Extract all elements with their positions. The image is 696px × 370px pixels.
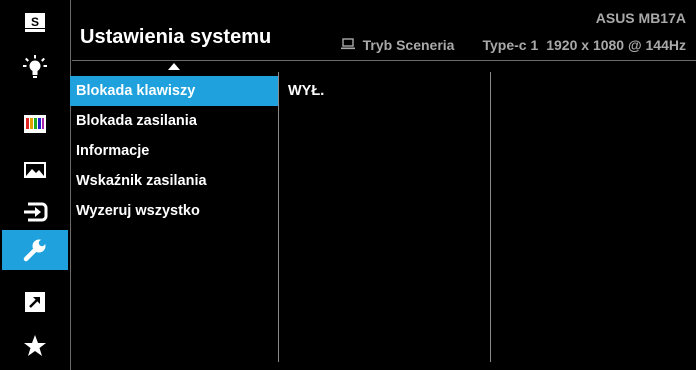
menu-item-power-lock[interactable]: Blokada zasilania: [70, 106, 278, 136]
submenu-value[interactable]: WYŁ.: [288, 76, 324, 106]
sidebar-item-system-setup[interactable]: [2, 230, 68, 270]
sidebar-item-blue-light[interactable]: [2, 48, 68, 88]
sidebar-item-my-favorite[interactable]: [2, 326, 68, 366]
color-bars-icon: [24, 115, 46, 133]
model-name: ASUS MB17A: [595, 10, 686, 26]
s-box-icon: S: [25, 13, 45, 33]
input-select-icon: [24, 202, 48, 222]
sidebar-item-splendid[interactable]: S: [2, 3, 68, 43]
input-source: Type-c 1: [482, 36, 539, 53]
menu-item-information[interactable]: Informacje: [70, 136, 278, 166]
landscape-image-icon: [24, 162, 46, 178]
scroll-up-arrow-icon[interactable]: [168, 63, 180, 70]
shortcut-arrow-icon: [25, 292, 45, 312]
star-icon: [24, 335, 46, 356]
menu-item-power-indicator[interactable]: Wskaźnik zasilania: [70, 166, 278, 196]
osd-window: S Ustawienia systemu ASUS MB17A Tryb Sce…: [0, 0, 696, 370]
lightbulb-icon: [23, 55, 47, 78]
sidebar-item-input-select[interactable]: [2, 192, 68, 232]
scene-mode: Tryb Sceneria: [362, 36, 455, 53]
sidebar: S: [0, 0, 72, 370]
status-info: Tryb Sceneria Type-c 1 1920 x 1080 @ 144…: [340, 36, 686, 53]
sidebar-item-shortcut[interactable]: [2, 282, 68, 322]
header-divider: [72, 60, 696, 61]
sidebar-item-color[interactable]: [2, 104, 68, 144]
page-title: Ustawienia systemu: [80, 26, 272, 48]
menu-item-key-lock[interactable]: Blokada klawiszy: [70, 76, 278, 106]
wrench-icon: [23, 237, 48, 262]
menu-list: Blokada klawiszy Blokada zasilania Infor…: [70, 76, 278, 226]
column-divider-2: [490, 72, 491, 362]
svg-text:S: S: [31, 15, 39, 29]
laptop-icon: [340, 37, 355, 53]
menu-item-reset-all[interactable]: Wyzeruj wszystko: [70, 196, 278, 226]
column-divider-1: [278, 72, 279, 362]
resolution-readout: 1920 x 1080 @ 144Hz: [546, 36, 686, 53]
sidebar-item-image[interactable]: [2, 150, 68, 190]
